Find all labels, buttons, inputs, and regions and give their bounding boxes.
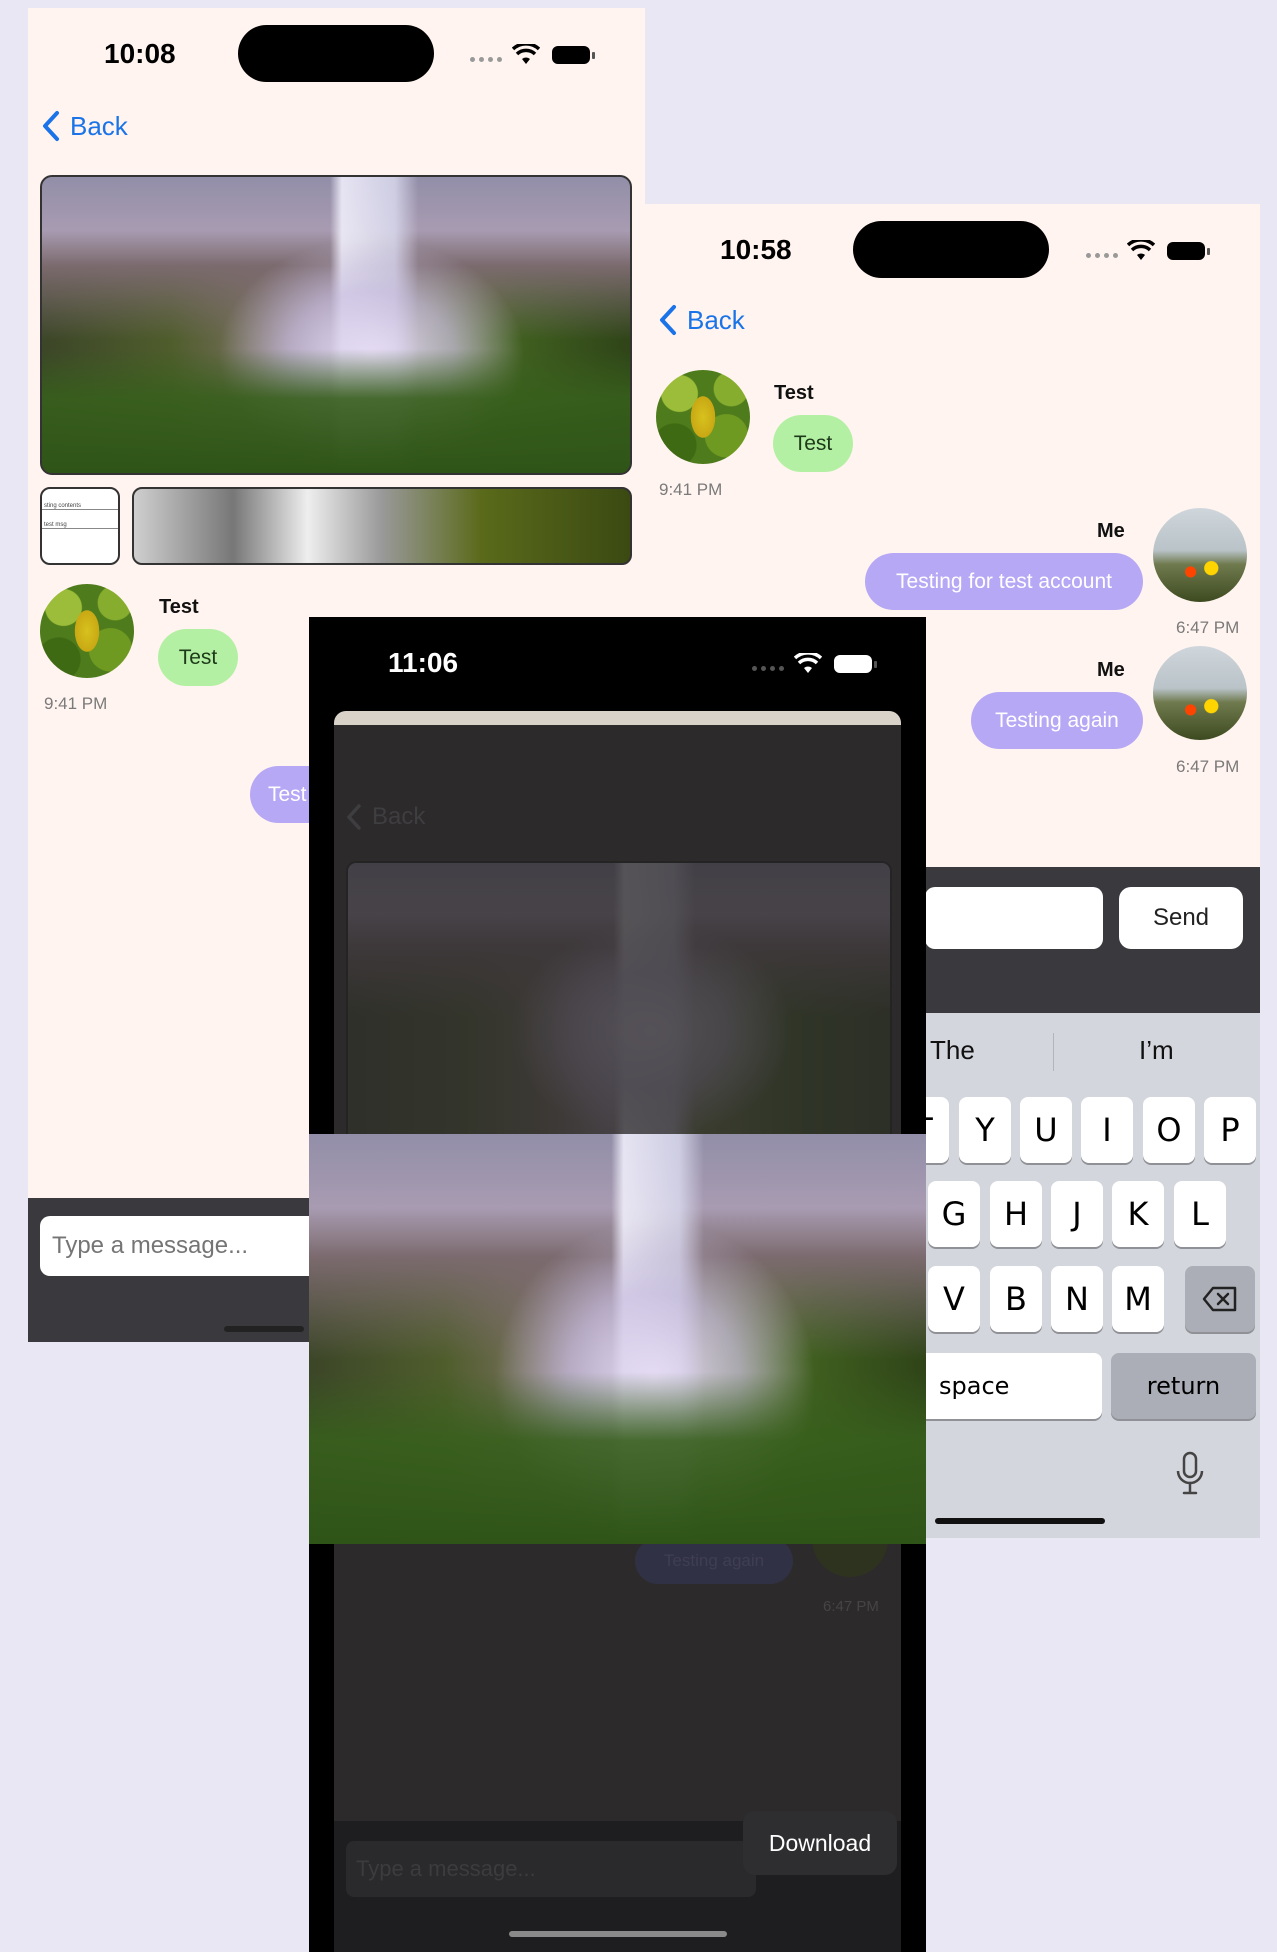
sender-name: Test bbox=[774, 382, 814, 404]
dimmed-back-button: Back bbox=[346, 803, 425, 831]
status-time: 10:08 bbox=[104, 38, 176, 69]
dimmed-photo bbox=[346, 861, 892, 1145]
key-m[interactable]: M bbox=[1112, 1266, 1164, 1332]
sender-name-me: Me bbox=[1097, 520, 1125, 542]
signal-icon bbox=[470, 57, 502, 62]
key-o[interactable]: O bbox=[1143, 1097, 1195, 1163]
message-time: 6:47 PM bbox=[1176, 757, 1240, 776]
message-time: 9:41 PM bbox=[659, 480, 723, 499]
key-l[interactable]: L bbox=[1174, 1181, 1226, 1247]
back-label: Back bbox=[372, 803, 426, 830]
battery-icon bbox=[552, 46, 595, 64]
message-time: 6:47 PM bbox=[1176, 618, 1240, 637]
outgoing-message-bubble[interactable]: Testing for test account bbox=[865, 553, 1143, 610]
suggestion-im[interactable]: I’m bbox=[1139, 1035, 1174, 1066]
thumbnail-screenshot[interactable]: sting contents test msg bbox=[40, 487, 120, 565]
message-input[interactable] bbox=[925, 887, 1103, 949]
return-key[interactable]: return bbox=[1111, 1353, 1256, 1419]
wifi-icon bbox=[512, 44, 540, 64]
key-v[interactable]: V bbox=[928, 1266, 980, 1332]
dynamic-island bbox=[853, 221, 1049, 278]
incoming-message-bubble[interactable]: Test bbox=[773, 415, 853, 472]
dimmed-message-bubble: Testing again bbox=[635, 1538, 793, 1584]
backspace-key[interactable] bbox=[1185, 1266, 1255, 1332]
dimmed-message-input: Type a message... bbox=[346, 1841, 756, 1897]
dynamic-island bbox=[238, 25, 434, 82]
battery-icon bbox=[834, 655, 877, 673]
home-indicator bbox=[509, 1931, 727, 1937]
sender-name: Test bbox=[159, 596, 199, 618]
message-input[interactable] bbox=[40, 1216, 340, 1276]
send-button[interactable]: Send bbox=[1119, 887, 1243, 949]
message-time: 9:41 PM bbox=[44, 694, 108, 713]
back-label: Back bbox=[70, 110, 128, 141]
signal-icon bbox=[1086, 253, 1118, 258]
key-b[interactable]: B bbox=[990, 1266, 1042, 1332]
incoming-message-bubble[interactable]: Test bbox=[158, 629, 238, 686]
chevron-left-icon bbox=[660, 305, 676, 335]
attached-photo[interactable] bbox=[40, 175, 632, 475]
key-y[interactable]: Y bbox=[959, 1097, 1011, 1163]
signal-icon bbox=[752, 666, 784, 671]
key-k[interactable]: K bbox=[1112, 1181, 1164, 1247]
home-indicator bbox=[224, 1326, 304, 1332]
status-time: 11:06 bbox=[388, 647, 459, 678]
back-label: Back bbox=[687, 304, 745, 335]
outgoing-message-bubble[interactable]: Testing again bbox=[971, 692, 1143, 749]
back-button[interactable]: Back bbox=[42, 110, 128, 142]
contact-avatar[interactable] bbox=[656, 370, 750, 464]
my-avatar[interactable] bbox=[1153, 508, 1247, 602]
delete-icon bbox=[1202, 1286, 1237, 1312]
suggestion-the[interactable]: The bbox=[930, 1035, 975, 1066]
thumbnail-waterfall[interactable] bbox=[132, 487, 632, 565]
my-avatar[interactable] bbox=[1153, 646, 1247, 740]
fullscreen-photo[interactable] bbox=[309, 1134, 926, 1544]
key-h[interactable]: H bbox=[990, 1181, 1042, 1247]
wifi-icon bbox=[1127, 240, 1155, 260]
status-time: 10:58 bbox=[720, 234, 792, 265]
sender-name-me: Me bbox=[1097, 659, 1125, 681]
wifi-icon bbox=[794, 653, 822, 673]
contact-avatar[interactable] bbox=[40, 584, 134, 678]
screen-3-image-viewer: 11:06 Back Testing again 6:47 PM Type a … bbox=[309, 617, 926, 1952]
battery-icon bbox=[1167, 242, 1210, 260]
outgoing-bubble-text: Test bbox=[268, 782, 307, 806]
key-p[interactable]: P bbox=[1204, 1097, 1256, 1163]
microphone-icon[interactable] bbox=[1175, 1451, 1205, 1497]
key-u[interactable]: U bbox=[1020, 1097, 1072, 1163]
download-button[interactable]: Download bbox=[743, 1811, 897, 1875]
thumb-text-1: sting contents bbox=[42, 489, 118, 510]
space-label: space bbox=[939, 1372, 1010, 1400]
key-g[interactable]: G bbox=[928, 1181, 980, 1247]
key-j[interactable]: J bbox=[1051, 1181, 1103, 1247]
suggestion-divider bbox=[1053, 1033, 1054, 1071]
dimmed-message-time: 6:47 PM bbox=[823, 1598, 879, 1615]
chevron-left-icon bbox=[43, 111, 59, 141]
back-button[interactable]: Back bbox=[659, 304, 745, 336]
home-indicator bbox=[935, 1518, 1105, 1524]
thumb-text-2: test msg bbox=[42, 510, 118, 529]
key-n[interactable]: N bbox=[1051, 1266, 1103, 1332]
key-i[interactable]: I bbox=[1081, 1097, 1133, 1163]
chevron-left-icon bbox=[346, 804, 361, 830]
